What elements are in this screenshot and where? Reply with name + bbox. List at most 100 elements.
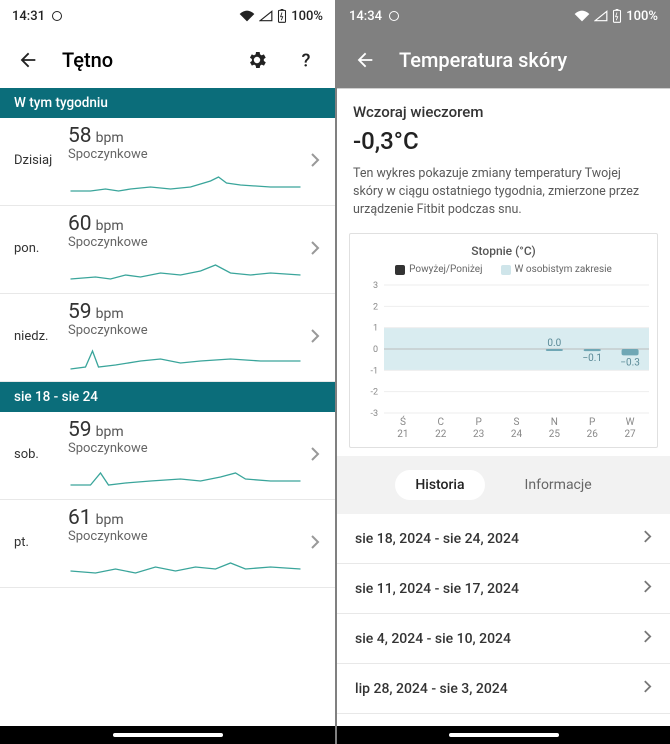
app-bar: Temperatura skóry — [337, 32, 670, 88]
day-label: pt. — [14, 535, 68, 550]
svg-text:0.0: 0.0 — [547, 338, 561, 349]
svg-text:21: 21 — [397, 429, 408, 440]
history-range-label: lip 28, 2024 - sie 3, 2024 — [355, 681, 508, 697]
svg-text:-3: -3 — [370, 409, 378, 419]
skin-summary: Wczoraj wieczorem -0,3°C Ten wykres poka… — [337, 89, 670, 229]
history-list: sie 18, 2024 - sie 24, 2024 sie 11, 2024 … — [337, 514, 670, 714]
day-label: Dzisiaj — [14, 153, 68, 168]
bpm-sublabel: Spoczynkowe — [68, 442, 158, 457]
chevron-right-icon — [643, 580, 652, 597]
chevron-right-icon — [303, 535, 327, 549]
summary-description: Ten wykres pokazuje zmiany temperatury T… — [353, 165, 654, 219]
bpm-value: 60 — [68, 212, 92, 236]
svg-text:25: 25 — [549, 429, 561, 440]
chevron-right-icon — [303, 241, 327, 255]
android-nav-bar — [0, 726, 335, 744]
svg-text:?: ? — [302, 50, 311, 71]
chevron-right-icon — [303, 329, 327, 343]
svg-text:S: S — [514, 417, 520, 428]
heart-rate-row[interactable]: sob.59 bpm Spoczynkowe — [0, 412, 335, 500]
app-indicator-icon — [51, 10, 63, 22]
help-button[interactable]: ? — [291, 44, 323, 76]
back-button[interactable] — [12, 44, 44, 76]
status-time: 14:31 — [12, 9, 45, 24]
tab-history[interactable]: Historia — [395, 470, 484, 500]
summary-value: -0,3°C — [353, 127, 654, 155]
sparkline-chart — [68, 459, 303, 491]
sparkline-chart — [68, 253, 303, 285]
heart-rate-row[interactable]: Dzisiaj58 bpmSpoczynkowe — [0, 118, 335, 206]
svg-text:26: 26 — [587, 429, 599, 440]
page-title: Temperatura skóry — [399, 48, 567, 72]
signal-icon — [259, 10, 273, 22]
sparkline-chart — [68, 547, 303, 579]
svg-text:2: 2 — [373, 303, 378, 313]
legend-swatch-band-icon — [501, 265, 511, 275]
section-header: sie 18 - sie 24 — [0, 382, 335, 412]
skin-chart: -3-2-101230.0−0.1−0.3Ś21C22P23S24N25P26W… — [360, 281, 655, 441]
signal-icon — [594, 10, 608, 22]
chart-title: Stopnie (°C) — [360, 244, 647, 258]
legend-label-band: W osobistym zakresie — [515, 264, 612, 275]
bpm-unit: bpm — [96, 424, 124, 440]
status-battery: 100% — [626, 9, 658, 24]
heart-rate-list: W tym tygodniuDzisiaj58 bpmSpoczynkowepo… — [0, 88, 335, 588]
svg-text:P: P — [589, 417, 595, 428]
day-label: niedz. — [14, 329, 68, 344]
heart-rate-row[interactable]: pt.61 bpm Spoczynkowe — [0, 500, 335, 588]
bpm-value: 59 — [68, 418, 92, 442]
tab-info[interactable]: Informacje — [505, 470, 612, 500]
legend-label-outside: Powyżej/Poniżej — [409, 264, 482, 275]
chevron-right-icon — [643, 630, 652, 647]
svg-text:−0.1: −0.1 — [582, 354, 602, 365]
status-bar: 14:31 100% — [0, 0, 335, 32]
legend-swatch-outside-icon — [395, 265, 405, 275]
chart-legend: Powyżej/Poniżej W osobistym zakresie — [360, 264, 647, 275]
chevron-right-icon — [303, 153, 327, 167]
history-row[interactable]: lip 28, 2024 - sie 3, 2024 — [337, 664, 670, 714]
svg-text:−0.3: −0.3 — [620, 358, 640, 369]
bpm-unit: bpm — [96, 218, 124, 234]
day-label: sob. — [14, 447, 68, 462]
settings-button[interactable] — [241, 44, 273, 76]
svg-text:W: W — [626, 417, 635, 428]
status-bar: 14:34 100% — [337, 0, 670, 32]
bpm-sublabel: Spoczynkowe — [68, 236, 158, 251]
chevron-right-icon — [643, 680, 652, 697]
section-header: W tym tygodniu — [0, 88, 335, 118]
heart-rate-row[interactable]: niedz.59 bpmSpoczynkowe — [0, 294, 335, 382]
history-range-label: sie 11, 2024 - sie 17, 2024 — [355, 581, 519, 597]
svg-text:N: N — [551, 417, 558, 428]
history-row[interactable]: sie 18, 2024 - sie 24, 2024 — [337, 514, 670, 564]
wifi-icon — [239, 10, 255, 22]
status-time: 14:34 — [349, 9, 382, 24]
chevron-right-icon — [303, 447, 327, 461]
skin-chart-card: Stopnie (°C) Powyżej/Poniżej W osobistym… — [349, 233, 658, 448]
sparkline-chart — [68, 165, 303, 197]
history-row[interactable]: sie 11, 2024 - sie 17, 2024 — [337, 564, 670, 614]
svg-text:C: C — [438, 417, 445, 428]
bpm-sublabel: Spoczynkowe — [68, 324, 158, 339]
tab-bar: Historia Informacje — [337, 456, 670, 514]
svg-text:24: 24 — [511, 429, 523, 440]
svg-text:3: 3 — [373, 281, 378, 291]
svg-text:1: 1 — [373, 324, 378, 334]
bpm-unit: bpm — [96, 512, 124, 528]
bpm-value: 61 — [68, 506, 92, 530]
heart-rate-row[interactable]: pon.60 bpmSpoczynkowe — [0, 206, 335, 294]
svg-text:22: 22 — [435, 429, 447, 440]
page-title: Tętno — [62, 48, 113, 72]
bpm-unit: bpm — [96, 130, 124, 146]
svg-text:23: 23 — [473, 429, 484, 440]
bpm-value: 59 — [68, 300, 92, 324]
sparkline-chart — [68, 341, 303, 373]
battery-icon — [277, 9, 287, 23]
svg-text:0: 0 — [373, 345, 378, 355]
history-row[interactable]: sie 4, 2024 - sie 10, 2024 — [337, 614, 670, 664]
back-button[interactable] — [349, 44, 381, 76]
android-nav-bar — [337, 726, 670, 744]
battery-icon — [612, 9, 622, 23]
bpm-sublabel: Spoczynkowe — [68, 530, 158, 545]
svg-text:-1: -1 — [370, 367, 378, 377]
summary-eyebrow: Wczoraj wieczorem — [353, 103, 654, 121]
